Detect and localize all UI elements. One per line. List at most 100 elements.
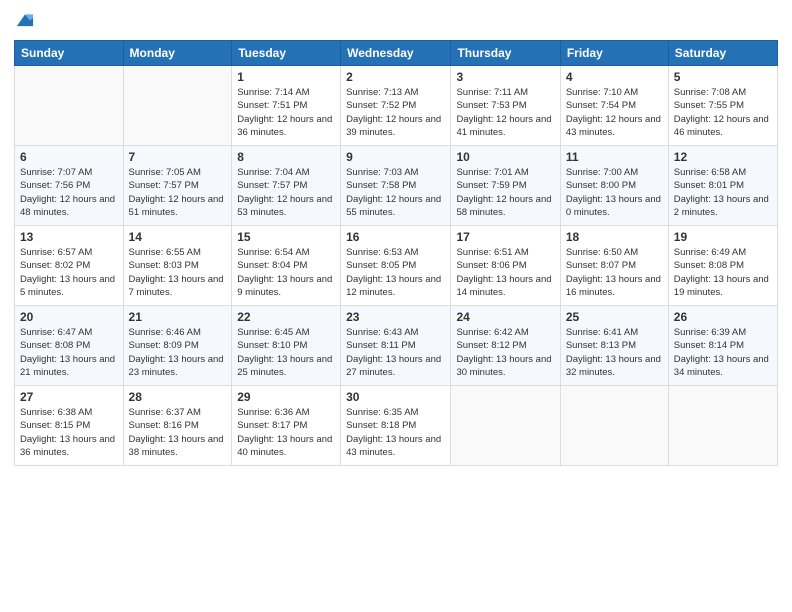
- day-number: 16: [346, 230, 445, 244]
- day-info: Sunrise: 6:58 AM Sunset: 8:01 PM Dayligh…: [674, 166, 772, 219]
- day-number: 1: [237, 70, 335, 84]
- day-number: 29: [237, 390, 335, 404]
- day-number: 20: [20, 310, 118, 324]
- calendar-cell: 21Sunrise: 6:46 AM Sunset: 8:09 PM Dayli…: [123, 306, 232, 386]
- day-info: Sunrise: 6:54 AM Sunset: 8:04 PM Dayligh…: [237, 246, 335, 299]
- calendar-cell: 24 Sunrise: 6:42 AM Sunset: 8:12 PM Dayli…: [451, 306, 560, 386]
- weekday-header-saturday: Saturday: [668, 41, 777, 66]
- page-header: [14, 10, 778, 32]
- day-number: 27: [20, 390, 118, 404]
- day-info: Sunrise: 6:55 AM Sunset: 8:03 PM Dayligh…: [129, 246, 227, 299]
- day-info: Sunrise: 7:13 AM Sunset: 7:52 PM Dayligh…: [346, 86, 445, 139]
- logo: [14, 10, 38, 32]
- weekday-header-friday: Friday: [560, 41, 668, 66]
- calendar-week-row: 13 Sunrise: 6:57 AM Sunset: 8:02 PM Dayli…: [15, 226, 778, 306]
- day-number: 17: [456, 230, 554, 244]
- day-number: 8: [237, 150, 335, 164]
- day-number: 23: [346, 310, 445, 324]
- weekday-header-thursday: Thursday: [451, 41, 560, 66]
- calendar-cell: 30 Sunrise: 6:35 AM Sunset: 8:18 PM Dayli…: [341, 386, 451, 466]
- calendar-week-row: 20Sunrise: 6:47 AM Sunset: 8:08 PM Dayli…: [15, 306, 778, 386]
- day-number: 12: [674, 150, 772, 164]
- calendar-cell: 3 Sunrise: 7:11 AM Sunset: 7:53 PM Daylig…: [451, 66, 560, 146]
- calendar-cell: 25Sunrise: 6:41 AM Sunset: 8:13 PM Dayli…: [560, 306, 668, 386]
- calendar-cell: 19 Sunrise: 6:49 AM Sunset: 8:08 PM Dayli…: [668, 226, 777, 306]
- calendar-cell: [560, 386, 668, 466]
- weekday-header-sunday: Sunday: [15, 41, 124, 66]
- day-number: 11: [566, 150, 663, 164]
- calendar-cell: 8Sunrise: 7:04 AM Sunset: 7:57 PM Daylig…: [232, 146, 341, 226]
- day-number: 21: [129, 310, 227, 324]
- weekday-header-wednesday: Wednesday: [341, 41, 451, 66]
- calendar-cell: 1Sunrise: 7:14 AM Sunset: 7:51 PM Daylig…: [232, 66, 341, 146]
- calendar-cell: [15, 66, 124, 146]
- day-number: 4: [566, 70, 663, 84]
- calendar-cell: 26 Sunrise: 6:39 AM Sunset: 8:14 PM Dayli…: [668, 306, 777, 386]
- day-info: Sunrise: 7:01 AM Sunset: 7:59 PM Dayligh…: [456, 166, 554, 219]
- day-number: 28: [129, 390, 227, 404]
- day-info: Sunrise: 6:50 AM Sunset: 8:07 PM Dayligh…: [566, 246, 663, 299]
- calendar-cell: 4 Sunrise: 7:10 AM Sunset: 7:54 PM Daylig…: [560, 66, 668, 146]
- day-info: Sunrise: 6:42 AM Sunset: 8:12 PM Dayligh…: [456, 326, 554, 379]
- day-info: Sunrise: 6:37 AM Sunset: 8:16 PM Dayligh…: [129, 406, 227, 459]
- calendar-cell: 14 Sunrise: 6:55 AM Sunset: 8:03 PM Dayli…: [123, 226, 232, 306]
- calendar-cell: 10 Sunrise: 7:01 AM Sunset: 7:59 PM Dayli…: [451, 146, 560, 226]
- day-info: Sunrise: 7:10 AM Sunset: 7:54 PM Dayligh…: [566, 86, 663, 139]
- day-info: Sunrise: 6:35 AM Sunset: 8:18 PM Dayligh…: [346, 406, 445, 459]
- calendar-cell: 17Sunrise: 6:51 AM Sunset: 8:06 PM Dayli…: [451, 226, 560, 306]
- calendar-cell: 7 Sunrise: 7:05 AM Sunset: 7:57 PM Daylig…: [123, 146, 232, 226]
- day-number: 18: [566, 230, 663, 244]
- day-info: Sunrise: 6:49 AM Sunset: 8:08 PM Dayligh…: [674, 246, 772, 299]
- page-container: SundayMondayTuesdayWednesdayThursdayFrid…: [0, 0, 792, 612]
- day-info: Sunrise: 6:45 AM Sunset: 8:10 PM Dayligh…: [237, 326, 335, 379]
- calendar-cell: [451, 386, 560, 466]
- calendar-header-row: SundayMondayTuesdayWednesdayThursdayFrid…: [15, 41, 778, 66]
- day-number: 19: [674, 230, 772, 244]
- day-info: Sunrise: 6:38 AM Sunset: 8:15 PM Dayligh…: [20, 406, 118, 459]
- logo-icon: [14, 10, 36, 32]
- calendar-cell: 5Sunrise: 7:08 AM Sunset: 7:55 PM Daylig…: [668, 66, 777, 146]
- day-info: Sunrise: 6:36 AM Sunset: 8:17 PM Dayligh…: [237, 406, 335, 459]
- calendar-cell: [668, 386, 777, 466]
- calendar-cell: 20Sunrise: 6:47 AM Sunset: 8:08 PM Dayli…: [15, 306, 124, 386]
- calendar-cell: 16Sunrise: 6:53 AM Sunset: 8:05 PM Dayli…: [341, 226, 451, 306]
- calendar-cell: 15 Sunrise: 6:54 AM Sunset: 8:04 PM Dayli…: [232, 226, 341, 306]
- calendar-cell: 18 Sunrise: 6:50 AM Sunset: 8:07 PM Dayli…: [560, 226, 668, 306]
- day-number: 26: [674, 310, 772, 324]
- day-number: 13: [20, 230, 118, 244]
- day-info: Sunrise: 7:05 AM Sunset: 7:57 PM Dayligh…: [129, 166, 227, 219]
- calendar-cell: 23 Sunrise: 6:43 AM Sunset: 8:11 PM Dayli…: [341, 306, 451, 386]
- day-number: 3: [456, 70, 554, 84]
- day-number: 7: [129, 150, 227, 164]
- calendar-cell: 9 Sunrise: 7:03 AM Sunset: 7:58 PM Daylig…: [341, 146, 451, 226]
- day-info: Sunrise: 6:57 AM Sunset: 8:02 PM Dayligh…: [20, 246, 118, 299]
- calendar-cell: 22 Sunrise: 6:45 AM Sunset: 8:10 PM Dayli…: [232, 306, 341, 386]
- day-number: 2: [346, 70, 445, 84]
- calendar-cell: 27 Sunrise: 6:38 AM Sunset: 8:15 PM Dayli…: [15, 386, 124, 466]
- day-info: Sunrise: 6:41 AM Sunset: 8:13 PM Dayligh…: [566, 326, 663, 379]
- day-info: Sunrise: 6:43 AM Sunset: 8:11 PM Dayligh…: [346, 326, 445, 379]
- day-number: 9: [346, 150, 445, 164]
- day-info: Sunrise: 7:03 AM Sunset: 7:58 PM Dayligh…: [346, 166, 445, 219]
- day-info: Sunrise: 7:07 AM Sunset: 7:56 PM Dayligh…: [20, 166, 118, 219]
- calendar-cell: 6 Sunrise: 7:07 AM Sunset: 7:56 PM Daylig…: [15, 146, 124, 226]
- day-info: Sunrise: 7:00 AM Sunset: 8:00 PM Dayligh…: [566, 166, 663, 219]
- weekday-header-tuesday: Tuesday: [232, 41, 341, 66]
- calendar-cell: 2 Sunrise: 7:13 AM Sunset: 7:52 PM Daylig…: [341, 66, 451, 146]
- calendar-week-row: 27 Sunrise: 6:38 AM Sunset: 8:15 PM Dayli…: [15, 386, 778, 466]
- calendar-cell: 13 Sunrise: 6:57 AM Sunset: 8:02 PM Dayli…: [15, 226, 124, 306]
- day-info: Sunrise: 7:11 AM Sunset: 7:53 PM Dayligh…: [456, 86, 554, 139]
- day-number: 24: [456, 310, 554, 324]
- day-number: 15: [237, 230, 335, 244]
- day-number: 10: [456, 150, 554, 164]
- day-number: 6: [20, 150, 118, 164]
- day-number: 14: [129, 230, 227, 244]
- day-info: Sunrise: 6:39 AM Sunset: 8:14 PM Dayligh…: [674, 326, 772, 379]
- day-number: 30: [346, 390, 445, 404]
- weekday-header-monday: Monday: [123, 41, 232, 66]
- calendar-cell: 11 Sunrise: 7:00 AM Sunset: 8:00 PM Dayli…: [560, 146, 668, 226]
- day-number: 22: [237, 310, 335, 324]
- calendar-cell: 29 Sunrise: 6:36 AM Sunset: 8:17 PM Dayli…: [232, 386, 341, 466]
- calendar-week-row: 6 Sunrise: 7:07 AM Sunset: 7:56 PM Daylig…: [15, 146, 778, 226]
- day-info: Sunrise: 7:08 AM Sunset: 7:55 PM Dayligh…: [674, 86, 772, 139]
